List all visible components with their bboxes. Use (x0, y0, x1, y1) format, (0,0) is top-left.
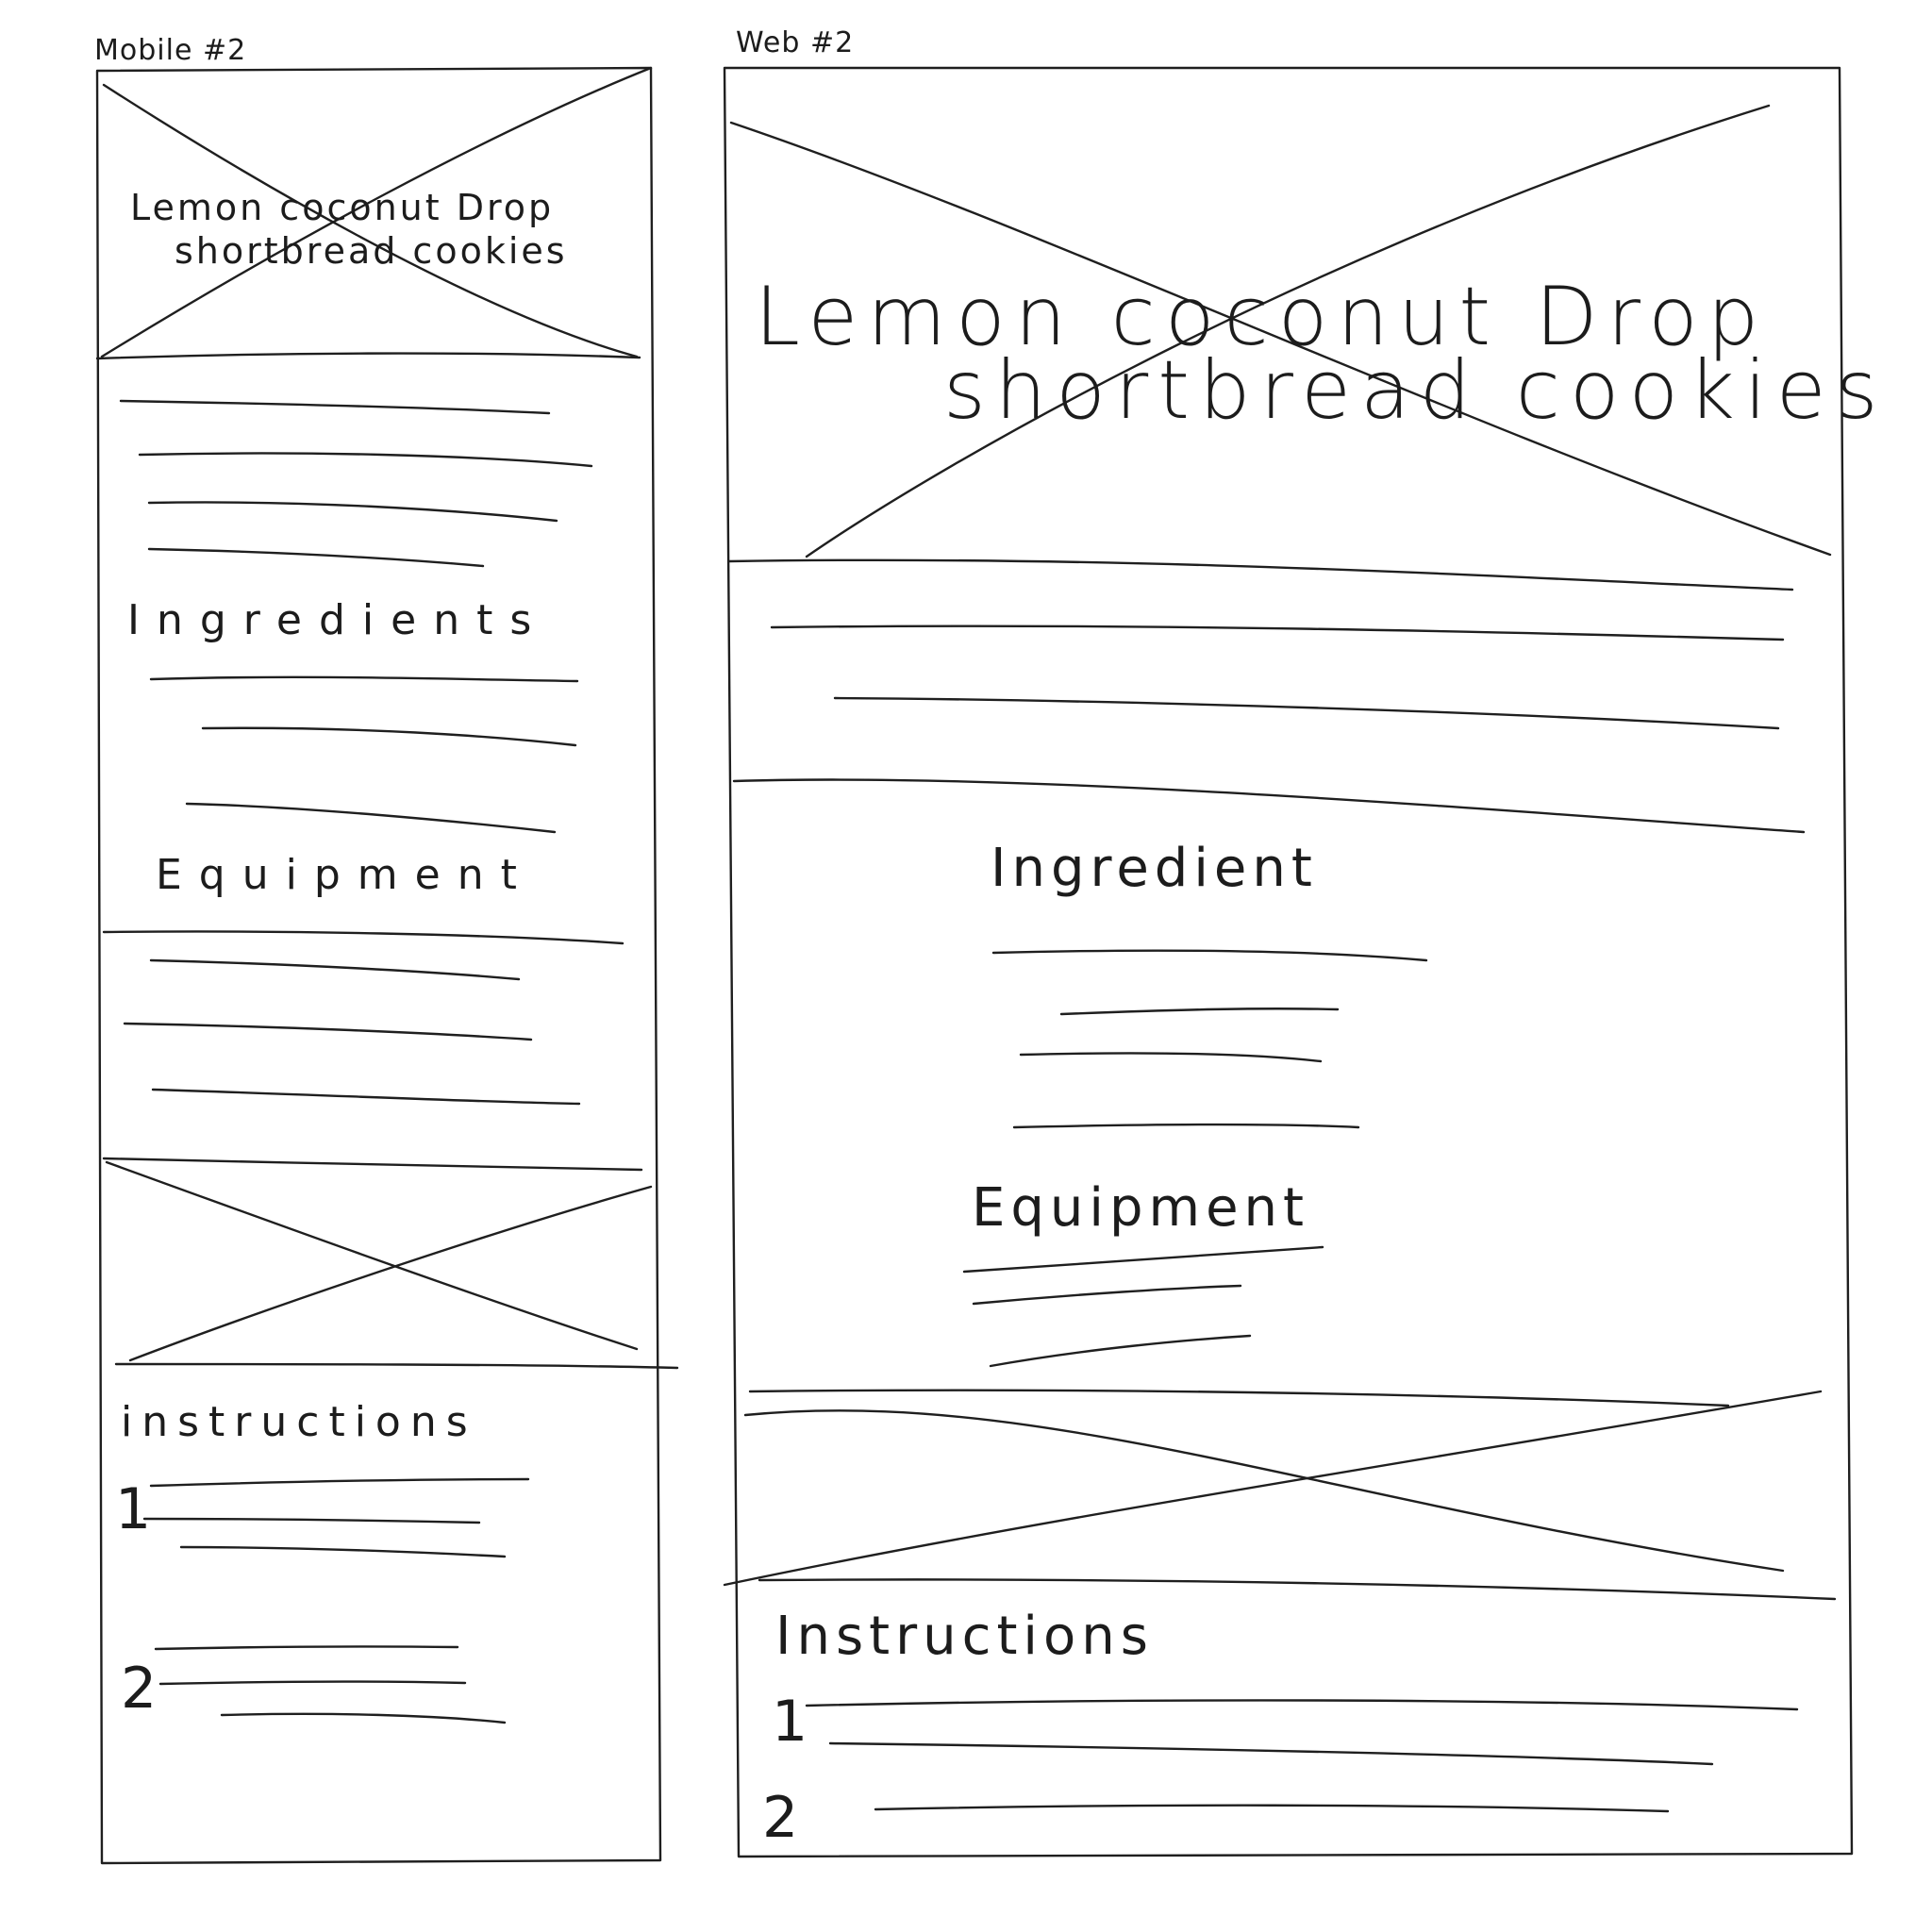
mobile-recipe-title-line1: Lemon coconut Drop (130, 187, 555, 228)
mobile-equipment-line (151, 1088, 581, 1106)
mobile-description-line (119, 399, 551, 415)
web-ingredient-line (1012, 1123, 1360, 1129)
web-step-1-number: 1 (772, 1689, 808, 1755)
web-ingredient-line (1059, 1008, 1340, 1016)
web-image-top-line (748, 1389, 1730, 1407)
web-description-line (833, 696, 1780, 730)
web-section-divider (732, 778, 1806, 834)
mobile-step1-line (149, 1477, 530, 1488)
web-step1-line (805, 1699, 1799, 1711)
mobile-description-line (147, 501, 558, 523)
web-equipment-line (962, 1245, 1324, 1274)
mobile-recipe-title-line2: shortbread cookies (175, 230, 568, 272)
web-equipment-line (989, 1334, 1252, 1368)
web-instructions-heading: Instructions (775, 1606, 1154, 1667)
mobile-description-line (147, 547, 485, 568)
mobile-equipment-line (102, 930, 625, 945)
web-image-placeholder-cross-a (743, 1409, 1785, 1573)
mobile-step2-line (220, 1712, 507, 1724)
web-recipe-title-line2: shortbread cookies (943, 343, 1888, 438)
mobile-ingredient-line (149, 675, 579, 683)
web-description-line (770, 625, 1785, 641)
web-equipment-heading: Equipment (972, 1177, 1309, 1239)
mobile-step-2-number: 2 (121, 1656, 158, 1722)
mobile-caption: Mobile #2 (94, 34, 247, 67)
mobile-image-placeholder-cross-b (128, 1185, 653, 1362)
mobile-equipment-line (123, 1022, 533, 1041)
mobile-step1-line (142, 1517, 481, 1524)
mobile-ingredient-line (185, 802, 557, 834)
web-ingredient-line (1019, 1052, 1323, 1063)
mobile-image-bottom-line (114, 1362, 679, 1370)
mobile-instructions-heading: instructions (121, 1398, 477, 1446)
mobile-image-placeholder-cross-a (105, 1160, 639, 1351)
web-ingredient-heading: Ingredient (991, 838, 1318, 899)
web-step1-line (828, 1741, 1714, 1766)
mobile-description-line (138, 452, 593, 468)
mobile-step2-line (158, 1680, 467, 1686)
mobile-step1-line (179, 1545, 507, 1558)
mobile-ingredient-line (201, 726, 577, 747)
web-ingredient-line (991, 949, 1428, 962)
mobile-ingredients-heading: Ingredients (127, 596, 549, 644)
mobile-equipment-line (149, 958, 521, 981)
web-image-placeholder-cross-b (723, 1390, 1823, 1587)
web-image-bottom-line (758, 1578, 1837, 1601)
mobile-hero-image-bottom-line (95, 352, 641, 360)
web-step2-line (874, 1804, 1670, 1813)
mobile-image-top-line (102, 1157, 643, 1172)
mobile-step2-line (154, 1645, 459, 1651)
mobile-equipment-heading: Equipment (156, 851, 534, 899)
mobile-step-1-number: 1 (115, 1476, 152, 1542)
web-step-2-number: 2 (762, 1785, 799, 1851)
mobile-wireframe (95, 66, 679, 1865)
web-equipment-line (972, 1284, 1242, 1306)
web-hero-image-bottom-line (727, 558, 1794, 591)
web-caption: Web #2 (736, 26, 855, 59)
